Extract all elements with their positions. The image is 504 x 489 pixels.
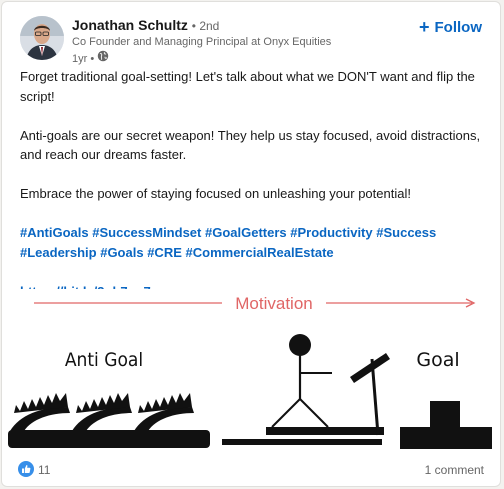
author-meta: Jonathan Schultz • 2nd Co Founder and Ma… <box>72 16 378 67</box>
post-image-svg: Motivation Anti Goal Goal <box>2 289 500 454</box>
reactions-summary[interactable]: 11 <box>18 460 51 480</box>
name-line: Jonathan Schultz • 2nd <box>72 16 378 35</box>
goal-label: Goal <box>416 349 459 371</box>
comments-count[interactable]: 1 comment <box>425 463 484 477</box>
hashtag-list: #AntiGoals #SuccessMindset #GoalGetters … <box>20 223 486 262</box>
post-card: Jonathan Schultz • 2nd Co Founder and Ma… <box>1 1 501 487</box>
hashtag[interactable]: #CRE <box>147 245 182 260</box>
avatar-image <box>20 16 64 60</box>
connection-degree: • 2nd <box>191 19 220 33</box>
hashtag[interactable]: #AntiGoals <box>20 225 89 240</box>
author-name[interactable]: Jonathan Schultz <box>72 17 188 33</box>
hashtag[interactable]: #Goals <box>100 245 143 260</box>
post-text: Forget traditional goal-setting! Let's t… <box>20 67 486 301</box>
post-paragraph: Embrace the power of staying focused on … <box>20 186 411 201</box>
post-paragraph: Forget traditional goal-setting! Let's t… <box>20 69 475 104</box>
post-image[interactable]: Motivation Anti Goal Goal <box>2 289 500 454</box>
follow-label: Follow <box>434 18 483 36</box>
plus-icon: + <box>418 17 430 37</box>
hashtag[interactable]: #Productivity <box>290 225 372 240</box>
hashtag[interactable]: #Leadership <box>20 245 97 260</box>
anti-goal-label: Anti Goal <box>65 349 143 371</box>
motivation-label: Motivation <box>235 294 312 313</box>
hashtag[interactable]: #Success <box>376 225 436 240</box>
hashtag[interactable]: #GoalGetters <box>205 225 287 240</box>
post-header: Jonathan Schultz • 2nd Co Founder and Ma… <box>20 14 488 67</box>
globe-icon <box>97 50 109 67</box>
like-reaction-icon <box>18 460 34 480</box>
post-age: 1yr • <box>72 52 95 65</box>
post-paragraph: Anti-goals are our secret weapon! They h… <box>20 127 481 163</box>
avatar[interactable] <box>20 16 64 60</box>
author-headline: Co Founder and Managing Principal at Ony… <box>72 36 332 48</box>
hashtag[interactable]: #SuccessMindset <box>92 225 201 240</box>
follow-button[interactable]: + Follow <box>413 14 488 40</box>
post-time: 1yr • <box>72 50 378 67</box>
hashtag[interactable]: #CommercialRealEstate <box>186 245 334 260</box>
reactions-count: 11 <box>38 463 51 477</box>
post-social-counts: 11 1 comment <box>18 457 484 483</box>
